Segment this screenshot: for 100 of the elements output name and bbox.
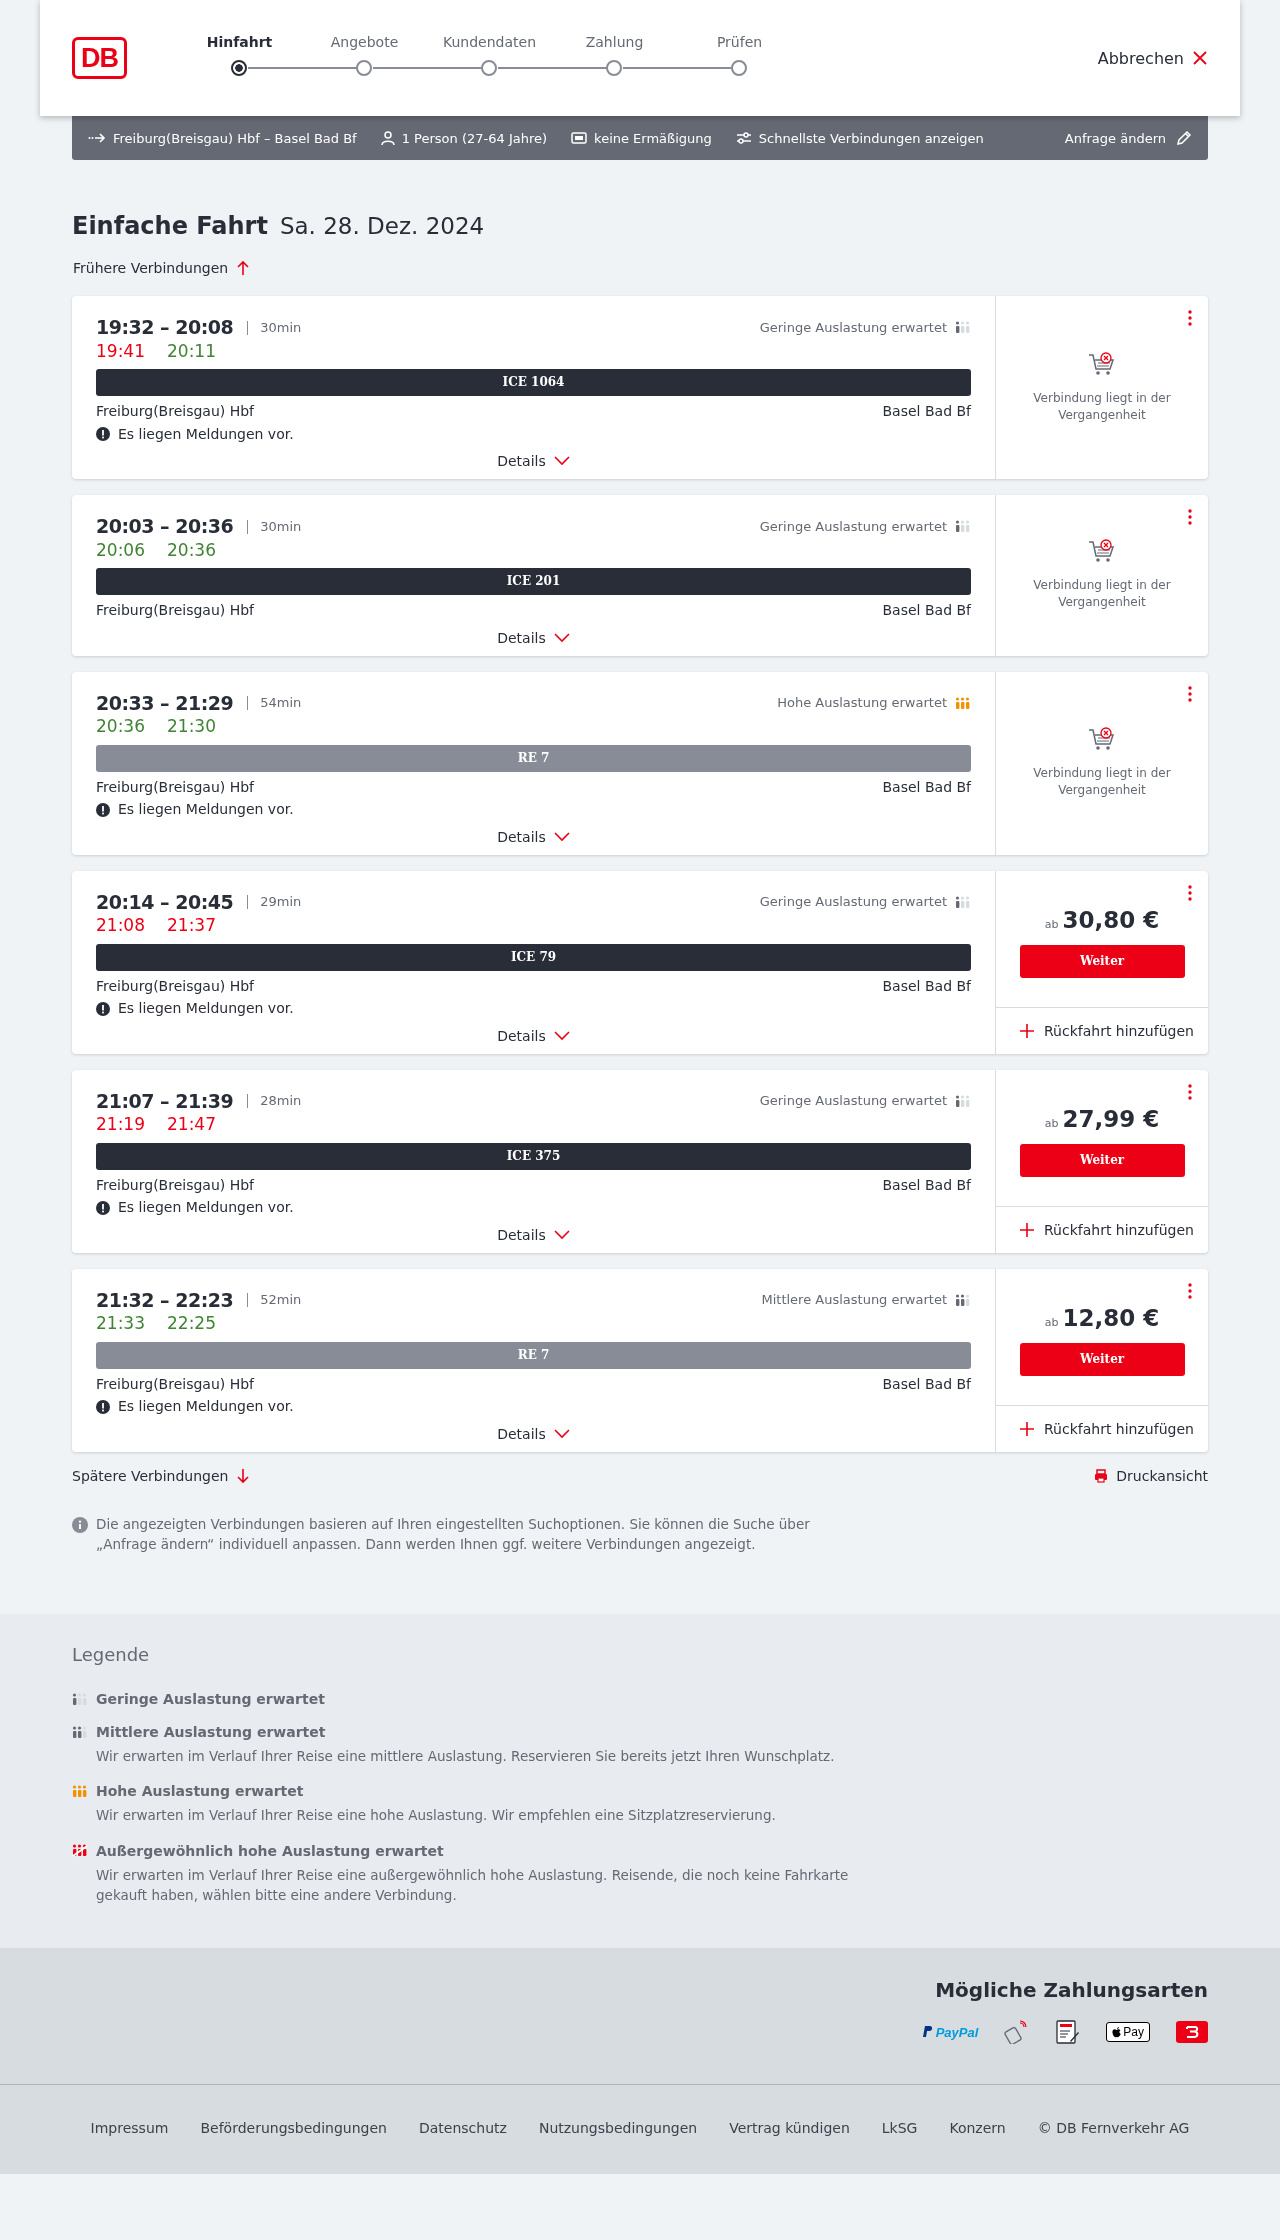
train-bar: RE 7 [96,1341,971,1369]
print-view-link[interactable]: Druckansicht [1094,1467,1208,1484]
planned-times: 20:14 – 20:45 [96,890,234,915]
footer-link[interactable]: Beförderungsbedingungen [200,2120,387,2136]
train-bar: ICE 79 [96,943,971,971]
arrival-station: Basel Bad Bf [882,602,971,620]
details-toggle[interactable]: Details [497,1027,570,1044]
duration: 28min [260,1093,302,1110]
details-toggle[interactable]: Details [497,1226,570,1243]
add-return-button[interactable]: Rückfahrt hinzufügen [996,1404,1208,1452]
departure-station: Freiburg(Breisgau) Hbf [96,778,255,796]
more-menu-icon[interactable] [1188,685,1192,702]
occupancy-text: Mittlere Auslastung erwartet [761,1292,947,1309]
footer-link[interactable]: LkSG [881,2120,918,2136]
edit-request-button[interactable]: Anfrage ändern [1064,130,1192,146]
apple-pay-text: Pay [1123,2025,1144,2039]
chevron-down-icon [553,1229,570,1240]
notice-text: Es liegen Meldungen vor. [118,1398,294,1416]
chevron-down-icon [553,456,570,466]
planned-times: 21:07 – 21:39 [96,1089,234,1114]
notice-text: Es liegen Meldungen vor. [118,801,294,819]
arrow-up-icon [236,260,251,276]
more-menu-icon[interactable] [1188,1083,1192,1100]
footer-link[interactable]: © DB Fernverkehr AG [1037,2120,1190,2136]
occupancy-text: Geringe Auslastung erwartet [759,1093,947,1110]
earlier-connections-link[interactable]: Frühere Verbindungen [73,260,251,276]
legend-label: Hohe Auslastung erwartet [96,1783,304,1800]
paypal-mark-icon [922,2026,933,2038]
chevron-down-icon [553,1030,570,1041]
price: 30,80 € [1062,906,1160,933]
realtime: 21:08 [96,915,145,937]
details-toggle[interactable]: Details [497,453,570,469]
legend-title: Legende [72,1644,151,1665]
train-bar: RE 7 [96,744,971,772]
step-label: Kundendaten [441,34,537,50]
arrival-station: Basel Bad Bf [882,778,971,796]
departure-station: Freiburg(Breisgau) Hbf [96,977,255,995]
price-prefix: ab [1044,917,1059,931]
price-prefix: ab [1044,1116,1059,1130]
alert-icon [96,1001,110,1016]
price-prefix: ab [1044,1315,1059,1329]
price: 27,99 € [1062,1105,1160,1132]
planned-times: 21:32 – 22:23 [96,1288,234,1313]
legend-label: Geringe Auslastung erwartet [96,1691,325,1707]
realtime: 21:33 [96,1313,145,1335]
continue-button[interactable]: Weiter [1019,944,1185,978]
add-return-button[interactable]: Rückfahrt hinzufügen [996,1205,1208,1253]
departure-station: Freiburg(Breisgau) Hbf [96,403,255,421]
details-toggle[interactable]: Details [497,828,570,845]
apple-icon [1112,2026,1122,2038]
db-logo: DB [72,37,127,79]
duration: 29min [260,894,302,911]
notice-text: Es liegen Meldungen vor. [118,425,294,443]
details-toggle[interactable]: Details [497,1425,570,1442]
footer-link[interactable]: Konzern [949,2120,1006,2136]
occupancy-text: Geringe Auslastung erwartet [759,518,947,535]
duration: 30min [260,518,302,535]
more-menu-icon[interactable] [1188,1282,1192,1299]
footer-link[interactable]: Impressum [90,2120,169,2136]
close-icon [1192,50,1208,66]
duration: 30min [260,319,302,336]
continue-button[interactable]: Weiter [1019,1143,1185,1177]
continue-button[interactable]: Weiter [1019,1342,1185,1376]
search-summary-text: Schnellste Verbindungen anzeigen [758,130,984,146]
arrival-station: Basel Bad Bf [882,1176,971,1194]
step-label: Prüfen [715,34,764,50]
cancel-button[interactable]: Abbrechen [1097,48,1208,68]
travel-date: Sa. 28. Dez. 2024 [279,213,485,239]
more-menu-icon[interactable] [1188,509,1192,525]
train-bar: ICE 1064 [96,369,971,396]
bonus-logo-icon [1176,2021,1208,2043]
sliders-icon [735,131,752,145]
details-toggle[interactable]: Details [497,629,570,646]
arrow-down-icon [236,1467,251,1484]
more-menu-icon[interactable] [1188,310,1192,326]
info-icon [72,1516,88,1533]
departure-station: Freiburg(Breisgau) Hbf [96,1375,255,1393]
direct-debit-icon [1056,2020,1081,2044]
train-bar: ICE 201 [96,568,971,595]
footer-link[interactable]: Datenschutz [419,2120,507,2136]
legend-label: Außergewöhnlich hohe Auslastung erwartet [96,1842,444,1859]
person-icon [380,131,395,145]
more-menu-icon[interactable] [1188,884,1192,901]
add-return-button[interactable]: Rückfahrt hinzufügen [996,1006,1208,1054]
realtime: 19:41 [96,340,145,362]
realtime: 21:19 [96,1114,145,1136]
footer-link[interactable]: Vertrag kündigen [729,2120,850,2136]
unavailable-note: Verbindung liegt in der Vergangenheit [1032,765,1172,799]
footer-link[interactable]: Nutzungsbedingungen [538,2120,698,2136]
occupancy-text: Hohe Auslastung erwartet [777,695,947,712]
later-connections-link[interactable]: Spätere Verbindungen [72,1467,251,1484]
duration: 54min [260,695,302,712]
arrival-station: Basel Bad Bf [882,977,971,995]
legend-description: Wir erwarten im Verlauf Ihrer Reise eine außergewöhnlich hohe Auslastung. Reisende, die noch keine Fahrkarte gekauft haben, wählen bitte eine andere Verbindung. [96,1865,850,1905]
departure-station: Freiburg(Breisgau) Hbf [96,1176,255,1194]
step-indicator[interactable] [231,60,247,76]
plus-icon [1020,1421,1034,1436]
cart-blocked-icon [1088,351,1116,378]
step-label: Hinfahrt [205,34,274,50]
arrival-station: Basel Bad Bf [882,1375,971,1393]
